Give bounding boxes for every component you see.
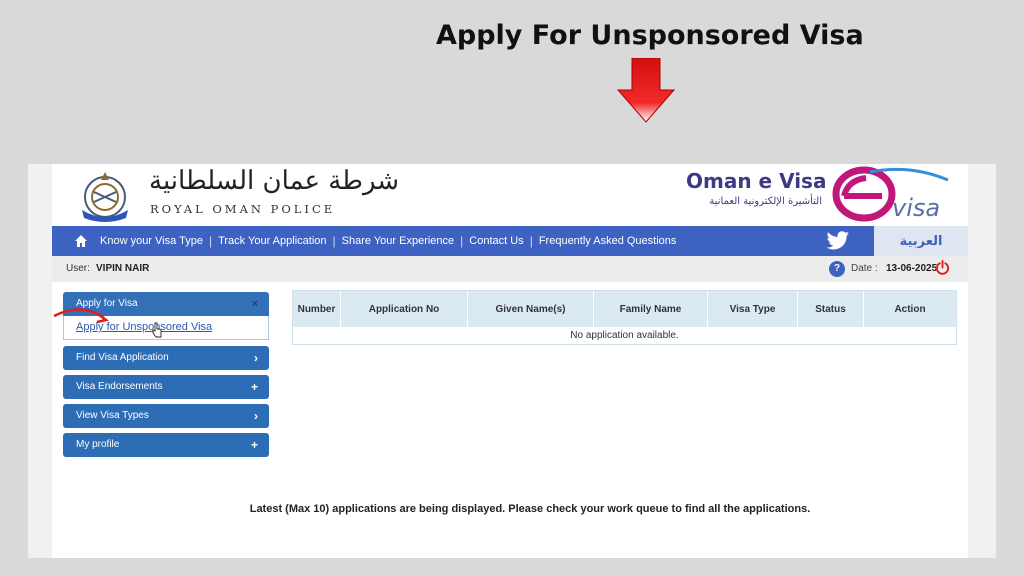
sidebar-item-label: Visa Endorsements [76, 381, 163, 392]
evisa-title: Oman e Visa [686, 169, 827, 193]
royal-oman-police-emblem [82, 172, 128, 222]
table-header: Number Application No Given Name(s) Fami… [293, 291, 956, 327]
empty-table-message: No application available. [293, 327, 956, 344]
sidebar-item-view-visa-types[interactable]: View Visa Types › [63, 404, 269, 428]
home-icon[interactable] [74, 234, 88, 248]
overlay-title: Apply For Unsponsored Visa [436, 20, 864, 51]
column-header: Status [798, 291, 864, 327]
close-icon[interactable]: × [252, 292, 258, 316]
language-box: العربية [874, 226, 968, 256]
main-nav: Know your Visa Type | Track Your Applica… [52, 226, 874, 256]
help-icon[interactable]: ? [829, 261, 845, 277]
power-icon[interactable] [935, 260, 950, 275]
chevron-right-icon: › [254, 409, 258, 423]
sidebar-item-visa-endorsements[interactable]: Visa Endorsements + [63, 375, 269, 399]
applications-footnote: Latest (Max 10) applications are being d… [249, 503, 811, 515]
sidebar-item-label: Find Visa Application [76, 352, 169, 363]
column-header: Number [293, 291, 341, 327]
twitter-icon[interactable] [826, 231, 850, 251]
column-header: Action [894, 303, 926, 315]
date-label: Date : [851, 263, 878, 274]
column-header: Application No [341, 291, 468, 327]
user-name: VIPIN NAIR [96, 263, 150, 274]
sidebar-item-my-profile[interactable]: My profile + [63, 433, 269, 457]
police-english-name: ROYAL OMAN POLICE [150, 202, 336, 216]
user-label: User: [66, 263, 90, 274]
column-header: Family Name [594, 291, 708, 327]
red-pointer-arrow-icon [53, 308, 109, 324]
nav-separator: | [529, 234, 533, 248]
svg-text:visa: visa [892, 194, 940, 222]
chevron-right-icon: › [254, 351, 258, 365]
date-value: 13-06-2025 [886, 263, 938, 274]
hand-cursor-icon [152, 322, 162, 338]
nav-separator: | [332, 234, 336, 248]
sidebar-item-label: View Visa Types [76, 410, 149, 421]
sidebar-item-find-visa-application[interactable]: Find Visa Application › [63, 346, 269, 370]
user-bar: User: VIPIN NAIR ? Date : 13-06-2025 [52, 256, 968, 282]
evisa-logo: visa [832, 166, 949, 222]
language-toggle[interactable]: العربية [900, 234, 943, 249]
header-logo-row: شرطة عمان السلطانية ROYAL OMAN POLICE Om… [52, 164, 968, 226]
nav-share-experience[interactable]: Share Your Experience [342, 235, 455, 247]
nav-track-application[interactable]: Track Your Application [218, 235, 326, 247]
plus-icon: + [250, 438, 258, 452]
evisa-arabic-title: التأشيرة الإلكترونية العمانية [709, 196, 822, 207]
column-header: Given Name(s) [468, 291, 594, 327]
plus-icon: + [250, 380, 258, 394]
nav-separator: | [460, 234, 464, 248]
sidebar-item-label: My profile [76, 439, 120, 450]
police-arabic-name: شرطة عمان السلطانية [149, 166, 400, 196]
nav-know-visa-type[interactable]: Know your Visa Type [100, 235, 203, 247]
nav-separator: | [208, 234, 213, 248]
applications-table: Number Application No Given Name(s) Fami… [292, 290, 957, 345]
down-arrow-icon [616, 58, 676, 123]
nav-contact-us[interactable]: Contact Us [469, 235, 523, 247]
evisa-page: شرطة عمان السلطانية ROYAL OMAN POLICE Om… [52, 164, 968, 558]
column-header: Visa Type [708, 291, 798, 327]
nav-faq[interactable]: Frequently Asked Questions [539, 235, 677, 247]
